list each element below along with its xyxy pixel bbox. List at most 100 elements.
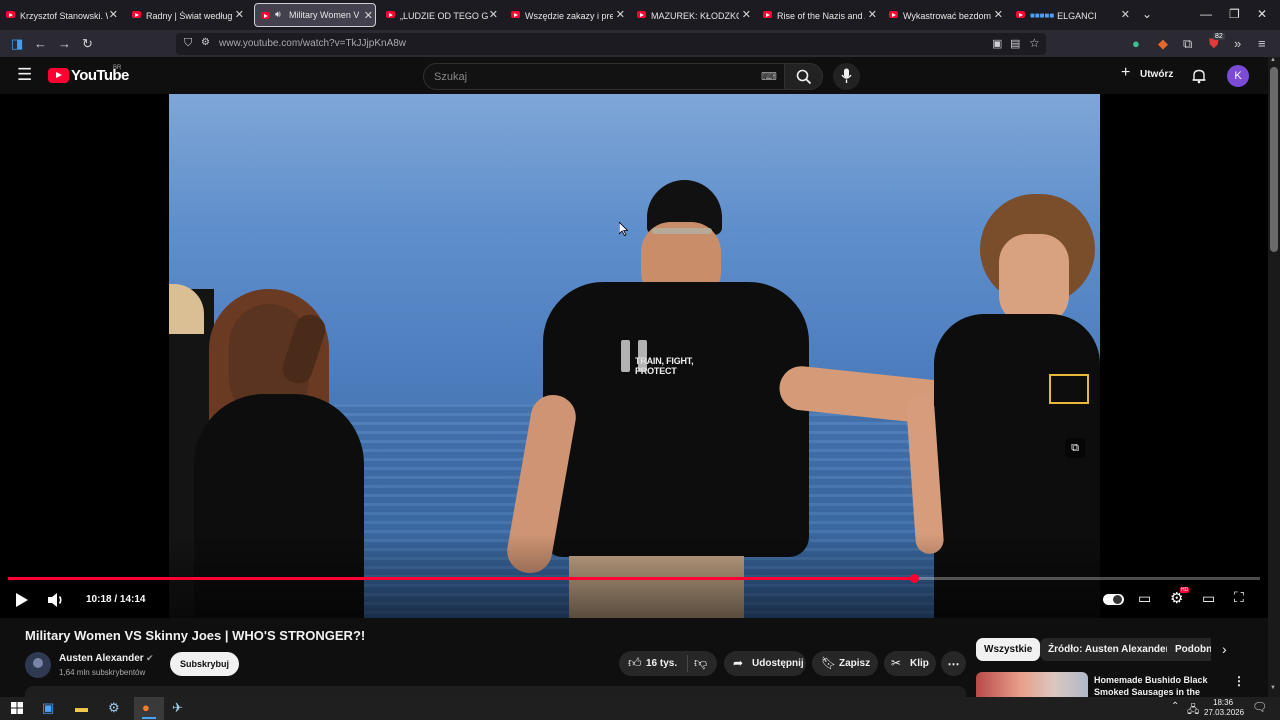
create-button[interactable]: Utwórz: [1140, 69, 1173, 80]
close-tab-icon[interactable]: ✕: [742, 8, 751, 21]
subscribe-button[interactable]: Subskrybuj: [170, 652, 239, 676]
chips-next-chevron-icon[interactable]: ›: [1222, 641, 1227, 657]
like-dislike-group: 👍︎ 16 tys. 👎︎: [619, 651, 717, 676]
like-thumb-up-icon[interactable]: 👍︎: [628, 655, 642, 671]
video-player[interactable]: TRAIN, FIGHT, PROTECT ⧉ 10:18 / 14:14 ▭ …: [0, 94, 1268, 618]
browser-tab[interactable]: Rise of the Nazis and Ad ✕: [757, 3, 879, 28]
close-tab-icon[interactable]: ✕: [616, 8, 625, 21]
browser-tab[interactable]: Wykastrować bezdomno ✕: [883, 3, 1005, 28]
app-menu-icon[interactable]: ≡: [1258, 36, 1266, 51]
play-icon[interactable]: [15, 592, 29, 608]
shield-icon[interactable]: ⛉: [184, 37, 192, 50]
share-label: Udostępnij: [752, 658, 804, 669]
close-tab-icon[interactable]: ✕: [1121, 8, 1130, 21]
back-icon[interactable]: ←: [34, 36, 47, 51]
more-actions-icon[interactable]: ⋯: [941, 651, 966, 676]
url-text[interactable]: www.youtube.com/watch?v=TkJJjpKnA8w: [219, 38, 406, 49]
volume-icon[interactable]: [47, 592, 65, 608]
save-button[interactable]: 🔖︎ Zapisz: [812, 651, 878, 676]
tray-chevron-icon[interactable]: ⌃: [1171, 701, 1179, 712]
hamburger-menu-icon[interactable]: ☰: [17, 65, 32, 85]
notifications-icon[interactable]: 🗨: [1252, 700, 1267, 714]
search-input[interactable]: Szukaj ⌨: [423, 63, 785, 90]
progress-bar[interactable]: [8, 574, 1260, 583]
channel-avatar[interactable]: [25, 652, 51, 678]
clip-button[interactable]: ✂ Klip: [884, 651, 936, 676]
extension-fox-icon[interactable]: ◆: [1158, 36, 1168, 52]
forward-icon[interactable]: →: [58, 36, 71, 51]
account-avatar[interactable]: K: [1227, 65, 1249, 87]
keyboard-icon[interactable]: ⌨: [761, 70, 777, 83]
subtitles-icon[interactable]: ▭: [1138, 590, 1151, 607]
close-tab-icon[interactable]: ✕: [994, 8, 1003, 21]
search-button[interactable]: [784, 63, 823, 90]
fullscreen-icon[interactable]: ⛶: [1234, 589, 1244, 606]
file-explorer-icon[interactable]: ▬: [75, 700, 88, 715]
sidebar-toggle-icon[interactable]: ◨: [11, 36, 23, 52]
close-tab-icon[interactable]: ✕: [109, 8, 118, 21]
youtube-favicon-icon: [6, 11, 15, 18]
browser-tab[interactable]: Radny | Świat według Kie ✕: [126, 3, 246, 28]
miniplayer-icon[interactable]: ⧉: [1065, 438, 1085, 458]
address-bar[interactable]: ⛉ ⚙ www.youtube.com/watch?v=TkJJjpKnA8w …: [176, 33, 1046, 55]
taskbar-app-icon[interactable]: ✈: [172, 700, 183, 716]
voice-search-button[interactable]: [833, 63, 860, 90]
youtube-favicon-icon: [386, 11, 395, 18]
browser-tab[interactable]: MAZUREK: KŁODZKO, PE ✕: [631, 3, 753, 28]
close-tab-icon[interactable]: ✕: [235, 8, 244, 21]
bookmark-icon: 🔖︎: [821, 656, 837, 670]
progress-scrubber[interactable]: [909, 574, 919, 583]
network-icon[interactable]: 🖧: [1187, 701, 1199, 720]
channel-name[interactable]: Austen Alexander: [59, 653, 144, 664]
audio-playing-icon[interactable]: 🔊︎: [275, 9, 281, 20]
steam-icon[interactable]: ⚙: [108, 700, 120, 716]
chip-all[interactable]: Wszystkie: [976, 638, 1041, 661]
youtube-logo-icon[interactable]: [48, 68, 69, 83]
page-scrollbar[interactable]: ▲ ▼: [1268, 57, 1280, 697]
recommendation-menu-icon[interactable]: ⋮: [1233, 674, 1245, 688]
create-plus-icon[interactable]: +: [1121, 64, 1130, 82]
bookmark-star-icon[interactable]: ☆: [1029, 36, 1040, 50]
firefox-taskbar-active[interactable]: ●: [134, 697, 164, 720]
notifications-bell-icon[interactable]: [1191, 68, 1207, 84]
dislike-thumb-down-icon[interactable]: 👎︎: [694, 655, 707, 671]
chip-related[interactable]: Podobne: [1167, 638, 1211, 661]
window-close-icon[interactable]: ✕: [1257, 7, 1267, 21]
tab-list-chevron-icon[interactable]: ⌄: [1142, 7, 1152, 21]
browser-tab[interactable]: Krzysztof Stanowski. W ja ✕: [0, 3, 120, 28]
description-box[interactable]: [25, 686, 966, 697]
emoji-blocks-icon: ■■■■■: [1030, 11, 1055, 20]
scrollbar-thumb[interactable]: [1270, 67, 1278, 252]
close-tab-icon[interactable]: ✕: [868, 8, 877, 21]
tab-title: Military Women VS S: [289, 10, 359, 20]
share-button[interactable]: ➦ Udostępnij: [724, 651, 806, 676]
clock-time[interactable]: 18:36: [1213, 698, 1233, 707]
minimize-icon[interactable]: —: [1200, 7, 1212, 21]
scroll-down-arrow-icon[interactable]: ▼: [1270, 685, 1276, 691]
like-count[interactable]: 16 tys.: [646, 658, 677, 669]
scroll-up-arrow-icon[interactable]: ▲: [1270, 57, 1276, 63]
extensions-puzzle-icon[interactable]: ⧉: [1183, 36, 1192, 52]
youtube-favicon-icon: [1016, 11, 1025, 18]
autoplay-toggle[interactable]: [1103, 594, 1124, 605]
vpn-extension-icon[interactable]: ●: [1132, 36, 1140, 51]
reload-icon[interactable]: ↻: [82, 36, 93, 52]
recommendation-title[interactable]: Homemade Bushido Black Smoked Sausages i…: [1094, 674, 1224, 697]
reader-view-icon[interactable]: ▤: [1010, 37, 1020, 50]
screenshot-icon[interactable]: ▣: [992, 37, 1002, 50]
browser-tab[interactable]: ■■■■■ ELGANCI ✕: [1010, 3, 1132, 28]
close-tab-icon[interactable]: ✕: [489, 8, 498, 21]
overflow-chevron-icon[interactable]: »: [1234, 36, 1241, 51]
chip-source-channel[interactable]: Źródło: Austen Alexander: [1040, 638, 1178, 661]
browser-tab-active[interactable]: 🔊︎ Military Women VS S ✕: [254, 3, 376, 27]
site-permissions-icon[interactable]: ⚙: [201, 37, 210, 48]
restore-icon[interactable]: ❐: [1229, 7, 1240, 21]
close-tab-icon[interactable]: ✕: [364, 9, 373, 22]
recommendation-thumbnail[interactable]: [976, 672, 1088, 697]
clock-date[interactable]: 27.03.2026: [1204, 708, 1244, 717]
windows-start-icon[interactable]: [11, 702, 23, 714]
browser-tab[interactable]: Wszędzie zakazy i preten ✕: [505, 3, 627, 28]
browser-tab[interactable]: „LUDZIE OD TEGO GŁUPI ✕: [380, 3, 500, 28]
theater-mode-icon[interactable]: ▭: [1202, 590, 1215, 607]
taskbar-app-icon[interactable]: ▣: [42, 700, 54, 716]
